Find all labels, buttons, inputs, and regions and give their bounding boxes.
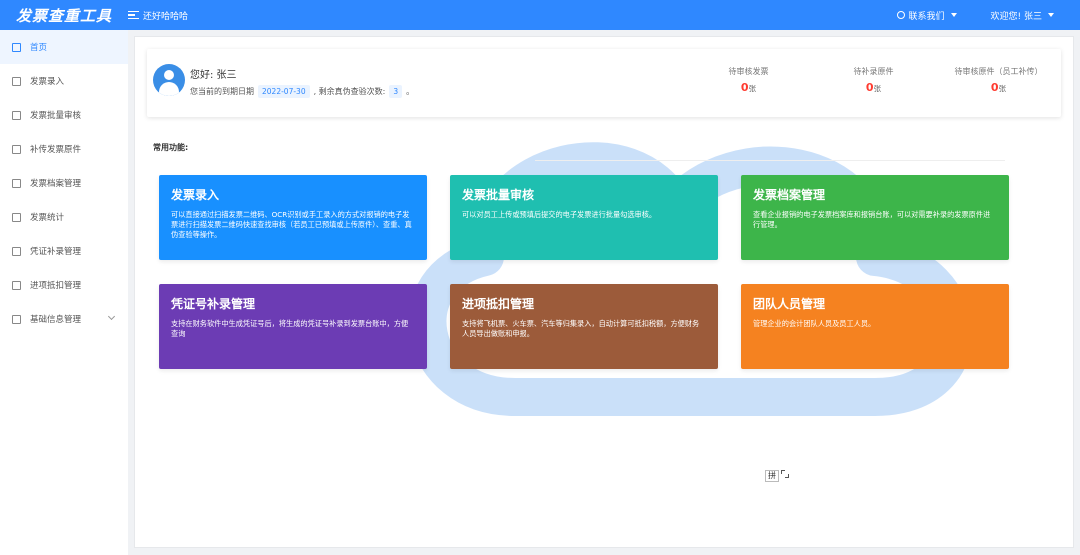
- expiry-date-badge: 2022-07-30: [258, 85, 310, 98]
- stat-pending-originals[interactable]: 待补录原件 0张: [811, 66, 936, 94]
- sidebar-item-deduction[interactable]: 进项抵扣管理: [0, 268, 128, 302]
- sidebar-item-basic-info[interactable]: 基础信息管理: [0, 302, 128, 336]
- card-deduction[interactable]: 进项抵扣管理 支持将飞机票、火车票、汽车等归集录入，自动计算可抵扣税额，方便财务…: [450, 284, 718, 369]
- sidebar-item-label: 首页: [30, 43, 48, 53]
- menu-toggle-label: 还好哈哈哈: [143, 11, 189, 22]
- chevron-down-icon: [107, 312, 116, 321]
- sidebar-item-label: 发票录入: [30, 77, 65, 87]
- card-archive[interactable]: 发票档案管理 查看企业报销的电子发票档案库和报销台账，可以对需要补录的发票原件进…: [741, 175, 1009, 260]
- section-divider: [535, 160, 1005, 161]
- archive-icon: [12, 178, 21, 188]
- stats-icon: [12, 212, 21, 222]
- menu-toggle-button[interactable]: 还好哈哈哈: [128, 9, 188, 22]
- user-menu-button[interactable]: 欢迎您! 张三: [991, 9, 1054, 22]
- contact-us-button[interactable]: 联系我们: [896, 9, 957, 22]
- main-panel: 您好: 张三 您当前的到期日期 2022-07-30 , 剩余真伪查验次数: 3…: [134, 36, 1074, 548]
- sidebar-item-label: 补传发票原件: [30, 145, 82, 155]
- remaining-count-badge: 3: [389, 85, 403, 98]
- input-method-button[interactable]: 拼: [765, 470, 779, 482]
- stat-pending-employee-uploads[interactable]: 待审核原件（员工补传） 0张: [936, 66, 1061, 94]
- sidebar-item-label: 发票统计: [30, 213, 65, 223]
- chevron-down-icon: [1048, 13, 1054, 17]
- batch-icon: [12, 110, 21, 120]
- voucher-icon: [12, 246, 21, 256]
- app-logo: 发票查重工具: [15, 6, 112, 25]
- org-icon: [12, 314, 21, 324]
- sidebar-item-label: 基础信息管理: [30, 315, 82, 325]
- stats-group: 待审核发票 0张 待补录原件 0张 待审核原件（员工补传） 0张: [686, 66, 1061, 94]
- card-voucher[interactable]: 凭证号补录管理 支持在财务软件中生成凭证号后，将生成的凭证号补录到发票台账中，方…: [159, 284, 427, 369]
- contact-label: 联系我们: [908, 11, 945, 22]
- greeting-text: 您好: 张三: [190, 70, 237, 81]
- section-title: 常用功能:: [153, 143, 189, 152]
- menu-icon: [128, 11, 139, 19]
- top-header: 发票查重工具 还好哈哈哈 联系我们 欢迎您! 张三: [0, 0, 1080, 30]
- sidebar-item-invoice-entry[interactable]: 发票录入: [0, 64, 128, 98]
- sidebar-item-label: 发票批量审核: [30, 111, 82, 121]
- home-icon: [12, 42, 21, 52]
- expiry-info: 您当前的到期日期 2022-07-30 , 剩余真伪查验次数: 3 。: [190, 85, 415, 98]
- card-invoice-entry[interactable]: 发票录入 可以直接通过扫描发票二维码、OCR识别或手工录入的方式对报销的电子发票…: [159, 175, 427, 260]
- sidebar: 首页 发票录入 发票批量审核 补传发票原件 发票档案管理 发票统计 凭证补录管理…: [0, 30, 128, 555]
- sidebar-item-voucher[interactable]: 凭证补录管理: [0, 234, 128, 268]
- upload-icon: [12, 144, 21, 154]
- deduct-icon: [12, 280, 21, 290]
- avatar: [153, 64, 185, 96]
- card-batch-review[interactable]: 发票批量审核 可以对员工上传或预填后提交的电子发票进行批量勾选审核。: [450, 175, 718, 260]
- card-team[interactable]: 团队人员管理 管理企业的会计团队人员及员工人员。: [741, 284, 1009, 369]
- sidebar-item-upload-original[interactable]: 补传发票原件: [0, 132, 128, 166]
- entry-icon: [12, 76, 21, 86]
- profile-card: 您好: 张三 您当前的到期日期 2022-07-30 , 剩余真伪查验次数: 3…: [147, 49, 1061, 117]
- sidebar-item-label: 进项抵扣管理: [30, 281, 82, 291]
- stat-pending-invoices[interactable]: 待审核发票 0张: [686, 66, 811, 94]
- sidebar-item-label: 发票档案管理: [30, 179, 82, 189]
- sidebar-item-batch-review[interactable]: 发票批量审核: [0, 98, 128, 132]
- welcome-label: 欢迎您! 张三: [990, 11, 1042, 22]
- contact-icon: [896, 11, 905, 19]
- sidebar-item-home[interactable]: 首页: [0, 30, 128, 64]
- sidebar-item-label: 凭证补录管理: [30, 247, 82, 257]
- sidebar-item-archive[interactable]: 发票档案管理: [0, 166, 128, 200]
- sidebar-item-statistics[interactable]: 发票统计: [0, 200, 128, 234]
- fullscreen-icon[interactable]: [781, 470, 789, 478]
- chevron-down-icon: [950, 13, 957, 17]
